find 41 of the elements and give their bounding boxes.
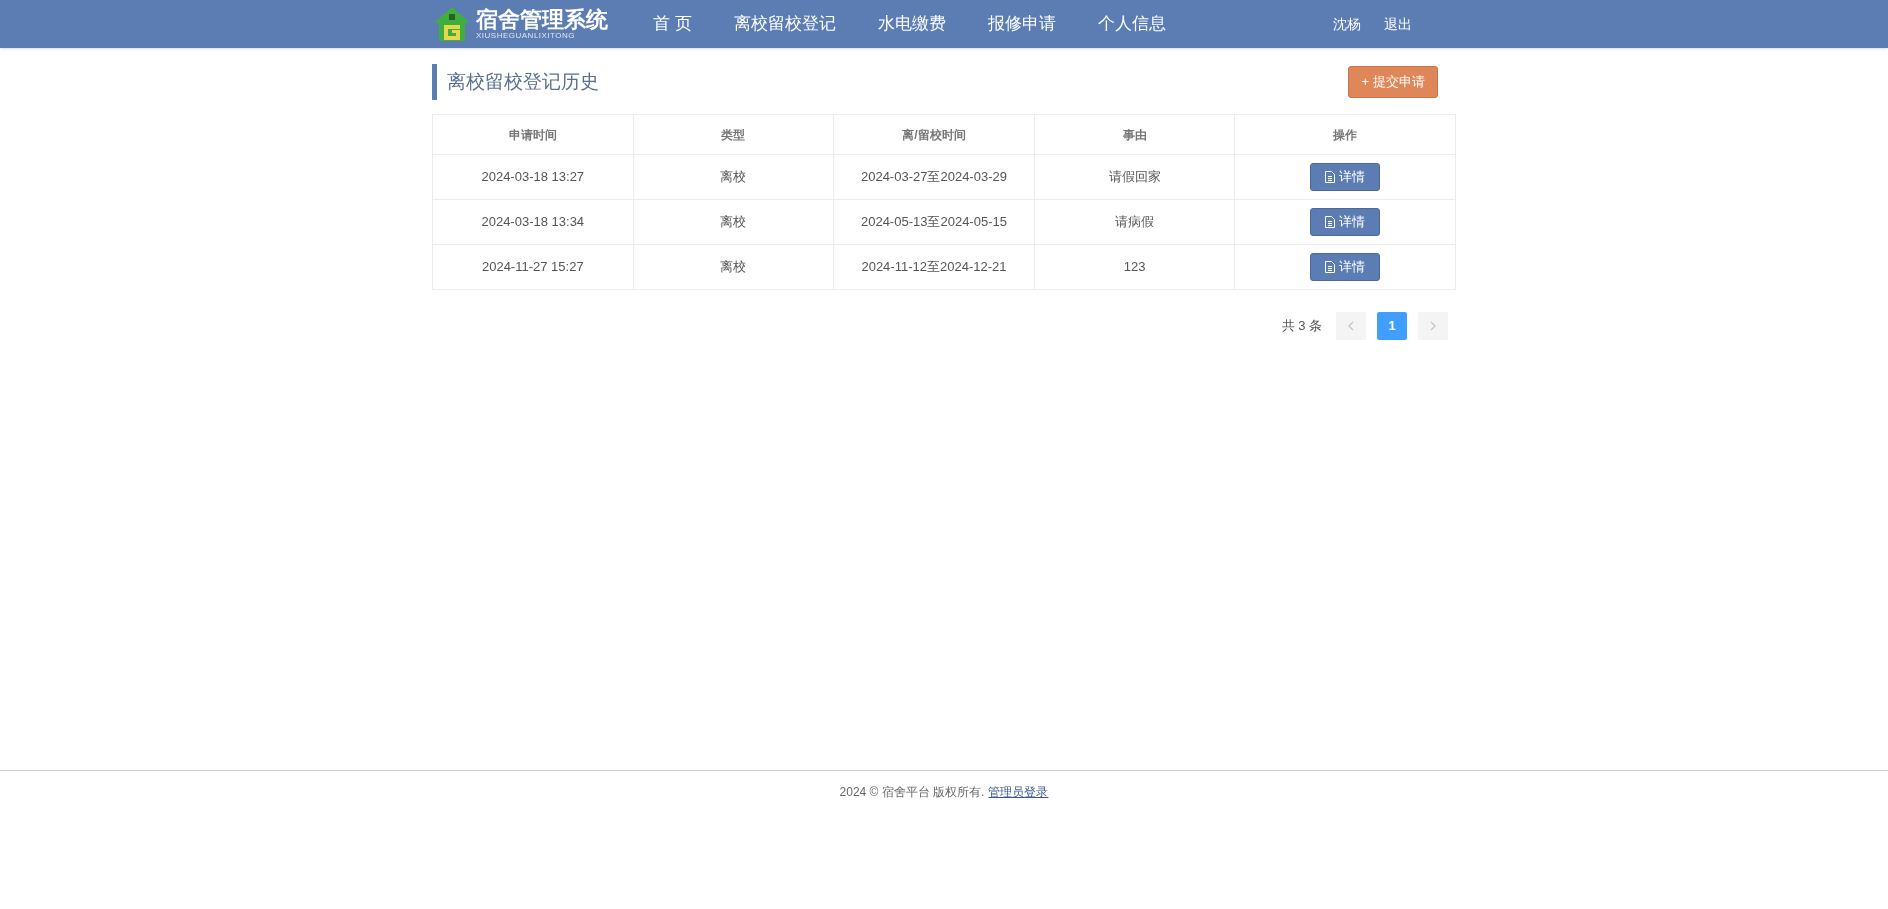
- details-button[interactable]: 详情: [1310, 208, 1381, 236]
- logo-subtitle: XIUSHEGUANLIXITONG: [476, 32, 577, 40]
- document-icon: [1325, 171, 1336, 183]
- table-cell: 离校: [633, 154, 834, 200]
- admin-login-link[interactable]: 管理员登录: [988, 783, 1049, 801]
- column-header: 事由: [1034, 114, 1235, 155]
- nav-link[interactable]: 首 页: [632, 0, 713, 48]
- table-cell: 请假回家: [1034, 154, 1235, 200]
- table-cell: 离校: [633, 199, 834, 245]
- column-header: 离/留校时间: [833, 114, 1035, 155]
- nav-link[interactable]: 离校留校登记: [712, 0, 857, 48]
- chevron-right-icon: [1430, 321, 1436, 331]
- copyright-text: 2024 © 宿舍平台 版权所有.: [839, 784, 985, 801]
- nav-link[interactable]: 水电缴费: [856, 0, 967, 48]
- table-cell: 请病假: [1034, 199, 1235, 245]
- nav-link[interactable]: 个人信息: [1076, 0, 1187, 48]
- column-header: 操作: [1234, 114, 1456, 155]
- logo-title: 宿舍管理系统: [476, 8, 608, 30]
- table-cell: 2024-11-27 15:27: [432, 244, 634, 290]
- table-cell: 2024-03-18 13:34: [432, 199, 634, 245]
- document-icon: [1325, 261, 1336, 273]
- house-logo-icon: [432, 5, 472, 43]
- table-cell: 2024-03-18 13:27: [432, 154, 634, 200]
- table-cell: 2024-11-12至2024-12-21: [833, 244, 1035, 290]
- user-name-link[interactable]: 沈杨: [1333, 13, 1361, 35]
- page-number-button[interactable]: 1: [1377, 312, 1407, 340]
- table-cell: 离校: [633, 244, 834, 290]
- table-cell: 2024-03-27至2024-03-29: [833, 154, 1035, 200]
- details-button[interactable]: 详情: [1310, 163, 1381, 191]
- document-icon: [1325, 216, 1336, 228]
- column-header: 类型: [633, 114, 834, 155]
- column-header: 申请时间: [432, 114, 634, 155]
- chevron-left-icon: [1348, 321, 1354, 331]
- nav-link[interactable]: 报修申请: [966, 0, 1077, 48]
- submit-application-button[interactable]: + 提交申请: [1348, 66, 1438, 98]
- details-button[interactable]: 详情: [1310, 253, 1381, 281]
- table-cell: 2024-05-13至2024-05-15: [833, 199, 1035, 245]
- total-count: 共 3 条: [1281, 317, 1322, 336]
- page-title: 离校留校登记历史: [432, 64, 599, 100]
- logout-link[interactable]: 退出: [1384, 13, 1412, 35]
- table-cell: 123: [1034, 244, 1235, 290]
